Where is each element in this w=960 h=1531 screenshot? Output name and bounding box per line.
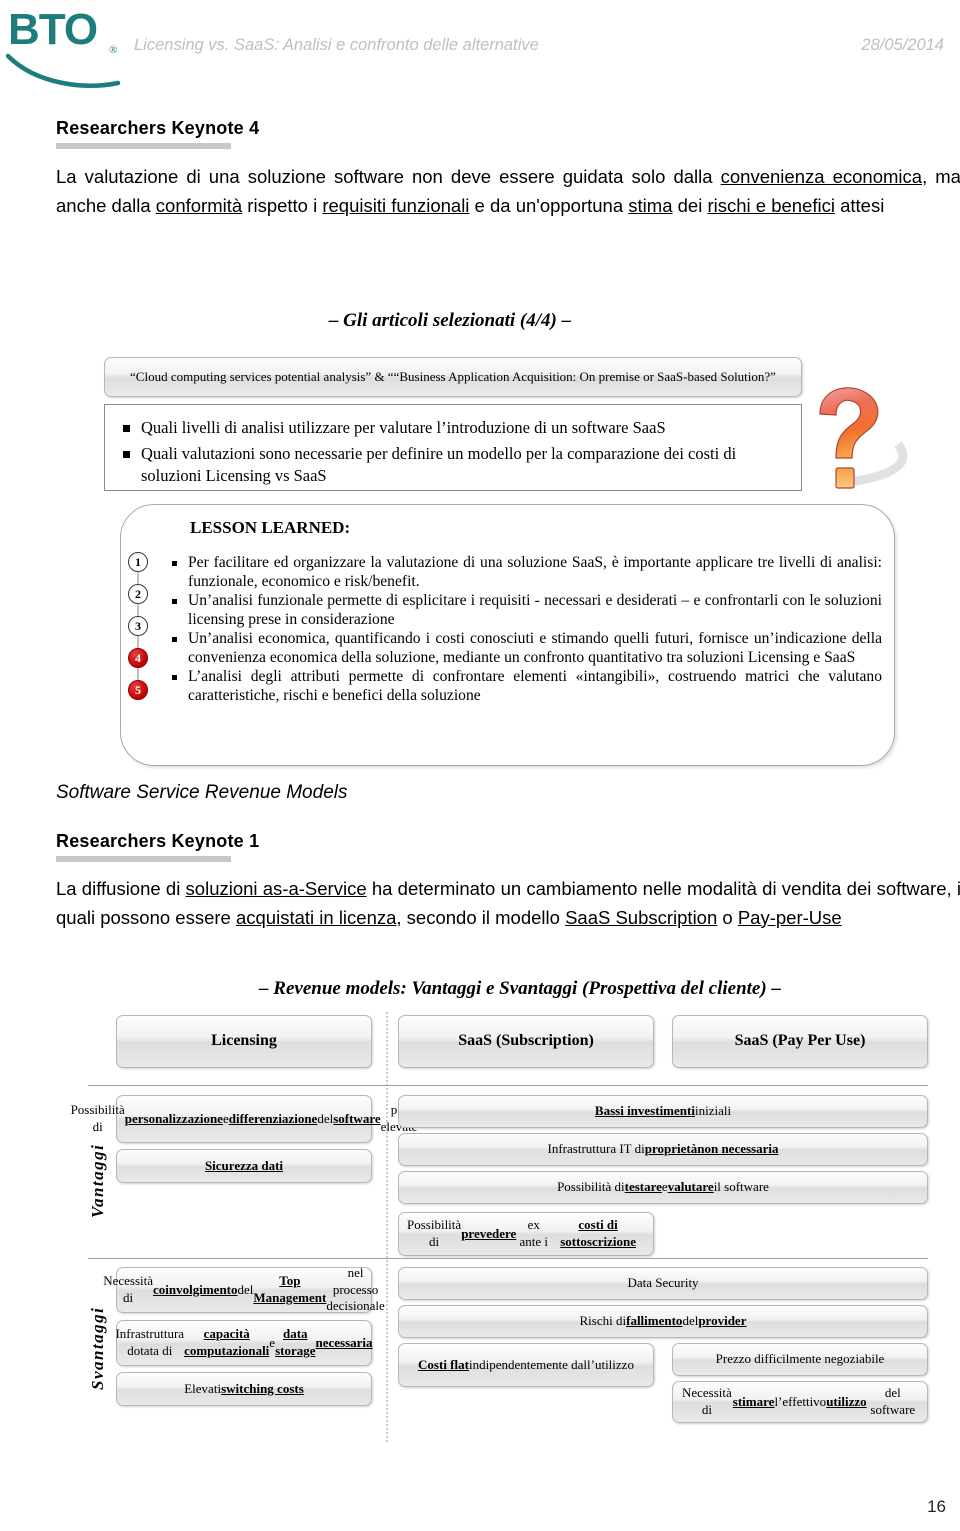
cell-svantaggi-saas-wide-1: Data Security — [398, 1267, 928, 1300]
cell-vantaggi-saas-wide-2: Infrastruttura IT di proprietà non neces… — [398, 1133, 928, 1166]
cell-vantaggi-licensing-1: Possibilità di personalizzazione e diffe… — [71, 1095, 417, 1143]
cell-svantaggi-licensing-3: Elevati switching costs — [116, 1372, 372, 1406]
cell-vantaggi-saas-wide-3: Possibilità di testare e valutare il sof… — [398, 1171, 928, 1204]
cell-vantaggi-saas-subscription-1: Possibilità di prevedere ex ante i costi… — [398, 1212, 654, 1256]
cell-svantaggi-saas-subscription-1: Costi flat indipendentemente dall’utiliz… — [398, 1343, 654, 1387]
cell-vantaggi-saas-wide-1: Bassi investimenti iniziali — [398, 1095, 928, 1128]
row-separator-vantaggi — [88, 1258, 928, 1259]
cell-svantaggi-saas-wide-2: Rischi di fallimento del provider — [398, 1305, 928, 1338]
column-divider-1 — [386, 1012, 388, 1442]
column-header-licensing: Licensing — [116, 1015, 372, 1068]
row-separator-header — [88, 1085, 928, 1086]
revenue-models-table: Licensing SaaS (Subscription) SaaS (Pay … — [0, 0, 960, 1531]
cell-vantaggi-licensing-2: Sicurezza dati — [116, 1149, 372, 1183]
page-number: 16 — [927, 1497, 946, 1516]
column-header-saas-subscription: SaaS (Subscription) — [398, 1015, 654, 1068]
cell-svantaggi-saas-payperuse-1: Prezzo difficilmente negoziabile — [672, 1343, 928, 1376]
cell-svantaggi-saas-payperuse-2: Necessità di stimare l’effettivo utilizz… — [672, 1381, 928, 1423]
cell-svantaggi-licensing-2: Infrastruttura dotata di capacità comput… — [115, 1320, 373, 1366]
row-label-vantaggi: Vantaggi — [88, 1143, 107, 1218]
cell-svantaggi-licensing-1: Necessità di coinvolgimento del Top Mana… — [103, 1265, 385, 1314]
column-header-saas-payperuse: SaaS (Pay Per Use) — [672, 1015, 928, 1068]
